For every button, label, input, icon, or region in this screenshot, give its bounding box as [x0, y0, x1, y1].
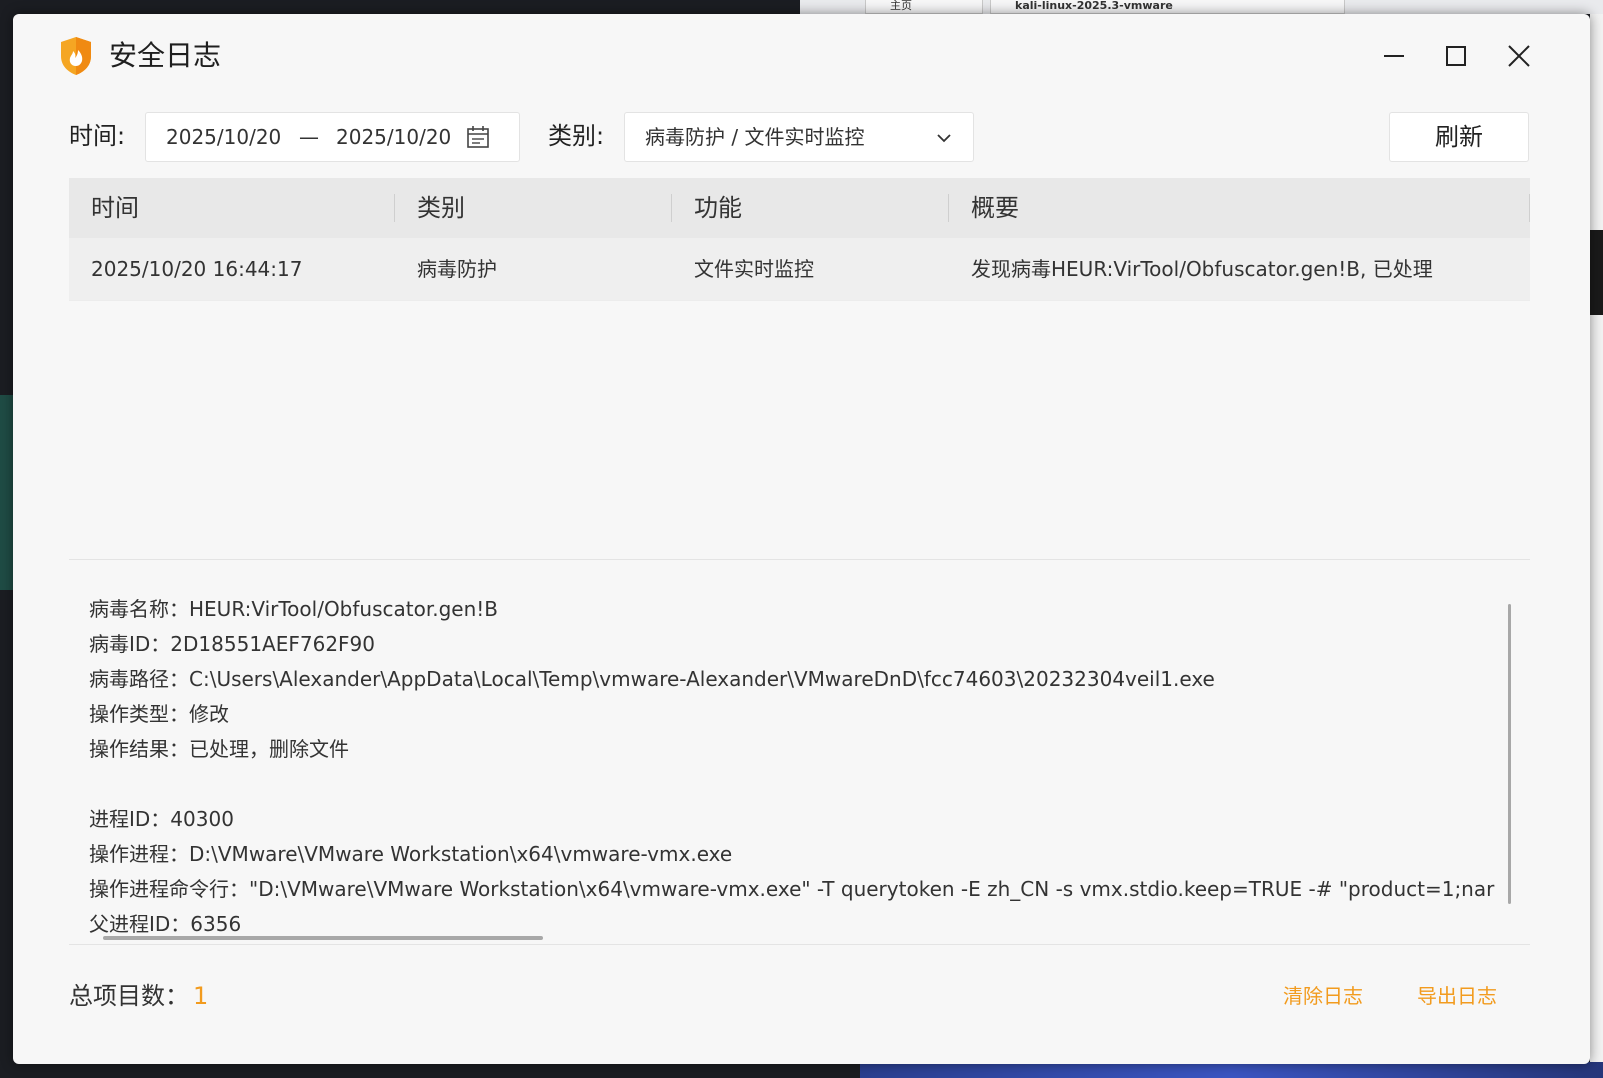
date-start[interactable]: 2025/10/20 [166, 113, 281, 161]
date-end[interactable]: 2025/10/20 [336, 113, 451, 161]
background-left-panel [0, 395, 14, 590]
column-header-summary[interactable]: 概要 [949, 178, 1530, 238]
log-table: 时间 类别 功能 概要 2025/10/20 16:44:17 病毒防护 文件实… [69, 178, 1530, 301]
background-tab-home: 主页 [865, 0, 983, 14]
background-tab-kali: kali-linux-2025.3-vmware [990, 0, 1345, 14]
column-header-time[interactable]: 时间 [69, 178, 395, 238]
background-wallpaper [860, 1062, 1603, 1078]
cell-function: 文件实时监控 [694, 257, 814, 281]
refresh-button[interactable]: 刷新 [1389, 112, 1529, 162]
table-header: 时间 类别 功能 概要 [69, 178, 1530, 238]
calendar-icon[interactable] [466, 125, 490, 149]
detail-operation-result: 操作结果：已处理，删除文件 [89, 737, 349, 761]
category-filter-label: 类别: [548, 122, 605, 150]
total-items-label: 总项目数： [69, 982, 189, 1010]
window-title: 安全日志 [109, 39, 222, 72]
column-header-category[interactable]: 类别 [395, 178, 672, 238]
detail-process-cmdline: 操作进程命令行："D:\VMware\VMware Workstation\x6… [89, 877, 1495, 901]
security-log-window: 安全日志 时间: 2025/10/20 — 2025/10/20 类别: 病毒防… [13, 14, 1590, 1064]
minimize-icon [1384, 55, 1404, 57]
vertical-scrollbar[interactable] [1508, 604, 1511, 904]
background-right-dark [1590, 230, 1603, 315]
column-divider[interactable] [1529, 194, 1530, 222]
detail-process-id: 进程ID：40300 [89, 807, 234, 831]
export-log-button[interactable]: 导出日志 [1417, 980, 1497, 1012]
detail-virus-id: 病毒ID：2D18551AEF762F90 [89, 632, 375, 656]
section-divider [69, 559, 1530, 560]
date-separator: — [299, 125, 319, 149]
title-bar[interactable]: 安全日志 [13, 14, 1590, 98]
shield-flame-logo-icon [61, 37, 91, 75]
detail-process-path: 操作进程：D:\VMware\VMware Workstation\x64\vm… [89, 842, 733, 866]
maximize-button[interactable] [1436, 36, 1476, 76]
cell-summary: 发现病毒HEUR:VirTool/Obfuscator.gen!B, 已处理 [971, 257, 1433, 281]
detail-virus-name: 病毒名称：HEUR:VirTool/Obfuscator.gen!B [89, 597, 499, 621]
detail-text: 病毒名称：HEUR:VirTool/Obfuscator.gen!B 病毒ID：… [89, 592, 1494, 942]
close-button[interactable] [1499, 36, 1539, 76]
category-select-value: 病毒防护 / 文件实时监控 [645, 125, 865, 149]
total-items-count: 1 [193, 982, 209, 1010]
detail-blank-line [89, 767, 1494, 802]
column-header-label: 功能 [694, 194, 742, 222]
cell-category: 病毒防护 [417, 257, 497, 281]
time-filter-label: 时间: [69, 122, 126, 150]
background-tab-label: kali-linux-2025.3-vmware [1015, 0, 1173, 12]
cell-time: 2025/10/20 16:44:17 [91, 257, 303, 281]
column-header-label: 概要 [971, 194, 1019, 222]
footer-divider [69, 944, 1530, 945]
category-select[interactable]: 病毒防护 / 文件实时监控 [624, 112, 974, 162]
detail-panel: 病毒名称：HEUR:VirTool/Obfuscator.gen!B 病毒ID：… [69, 574, 1530, 954]
filter-row: 时间: 2025/10/20 — 2025/10/20 类别: 病毒防护 / 文… [13, 112, 1590, 162]
column-header-label: 时间 [91, 194, 139, 222]
detail-virus-path: 病毒路径：C:\Users\Alexander\AppData\Local\Te… [89, 667, 1215, 691]
clear-log-button[interactable]: 清除日志 [1283, 980, 1363, 1012]
column-header-label: 类别 [417, 194, 465, 222]
table-row[interactable]: 2025/10/20 16:44:17 病毒防护 文件实时监控 发现病毒HEUR… [69, 238, 1530, 301]
column-header-function[interactable]: 功能 [672, 178, 949, 238]
close-icon [1508, 45, 1530, 67]
background-right-strip [1590, 14, 1603, 1078]
footer-bar: 总项目数： 1 清除日志 导出日志 [69, 974, 1530, 1018]
detail-operation-type: 操作类型：修改 [89, 702, 229, 726]
maximize-icon [1446, 46, 1466, 66]
horizontal-scrollbar[interactable] [103, 936, 543, 940]
date-range-picker[interactable]: 2025/10/20 — 2025/10/20 [145, 112, 520, 162]
background-tab-label: 主页 [890, 0, 912, 12]
minimize-button[interactable] [1374, 36, 1414, 76]
chevron-down-icon [937, 134, 951, 143]
